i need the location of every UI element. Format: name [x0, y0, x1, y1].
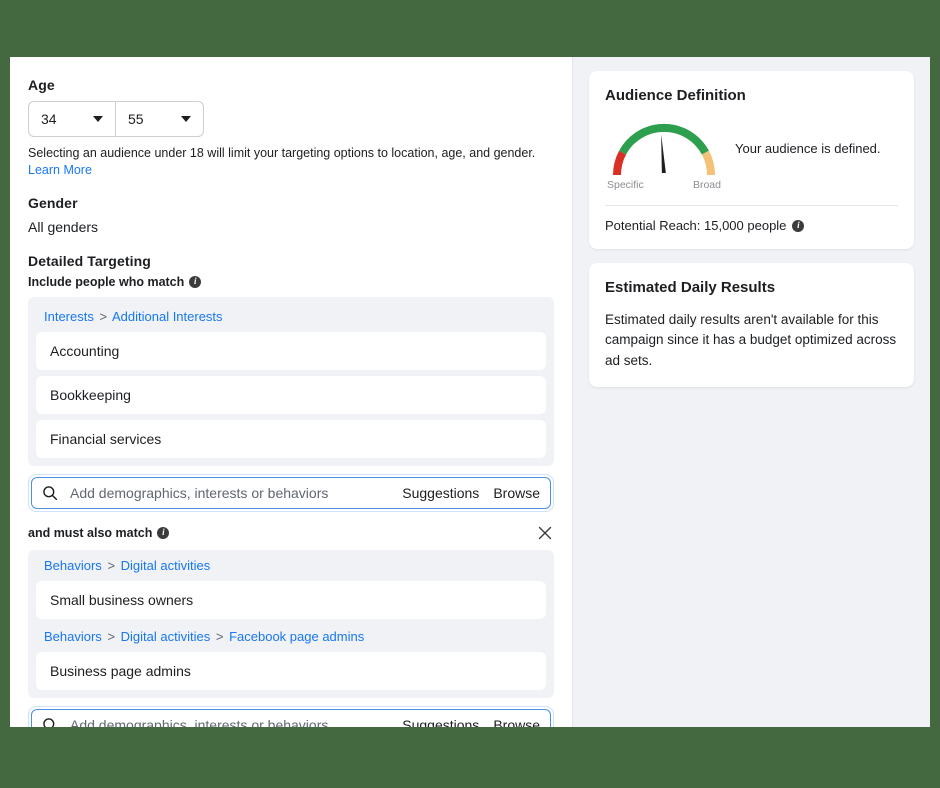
narrow-audience-header: and must also match i	[28, 524, 554, 542]
age-section-title: Age	[28, 77, 55, 93]
learn-more-link[interactable]: Learn More	[28, 163, 92, 177]
suggestions-button[interactable]: Suggestions	[402, 485, 479, 501]
age-min-value: 34	[41, 111, 57, 127]
list-item[interactable]: Bookkeeping	[36, 375, 546, 414]
breadcrumb-segment[interactable]: Interests	[44, 309, 94, 324]
info-icon[interactable]: i	[189, 275, 202, 288]
list-item[interactable]: Financial services	[36, 419, 546, 458]
narrow-label: and must also match	[28, 525, 153, 540]
breadcrumb: Interests > Additional Interests	[36, 305, 546, 332]
breadcrumb-segment[interactable]: Digital activities	[121, 558, 211, 573]
estimated-daily-results-body: Estimated daily results aren't available…	[605, 312, 897, 368]
estimated-daily-results-card: Estimated Daily Results Estimated daily …	[589, 263, 914, 387]
search-input[interactable]	[68, 483, 389, 502]
breadcrumb-separator: >	[99, 308, 108, 324]
audience-definition-card: Audience Definition Specific Broad Your …	[589, 71, 914, 249]
potential-reach-row: Potential Reach: 15,000 people i	[605, 218, 898, 233]
search-input[interactable]	[68, 715, 389, 727]
browse-button[interactable]: Browse	[493, 717, 540, 727]
age-helper-text: Selecting an audience under 18 will limi…	[28, 145, 554, 179]
gender-value: All genders	[28, 218, 99, 235]
audience-editor-window: Age 34 55 Selecting an audience under 18…	[10, 57, 930, 727]
gauge-label-specific: Specific	[607, 179, 644, 191]
audience-definition-title: Audience Definition	[605, 87, 746, 104]
gauge-axis-labels: Specific Broad	[605, 179, 723, 191]
targeting-search-two-wrapper: Suggestions Browse	[28, 705, 554, 727]
suggestions-button[interactable]: Suggestions	[402, 717, 479, 727]
breadcrumb-segment[interactable]: Digital activities	[121, 629, 211, 644]
search-icon	[42, 485, 58, 501]
breadcrumb-segment[interactable]: Additional Interests	[112, 309, 223, 324]
age-helper-message: Selecting an audience under 18 will limi…	[28, 146, 536, 160]
card-divider	[605, 205, 898, 206]
list-item[interactable]: Accounting	[36, 331, 546, 370]
audience-gauge-row: Specific Broad Your audience is defined.	[605, 118, 898, 191]
narrow-label-row: and must also match i	[28, 525, 170, 540]
potential-reach-text: Potential Reach: 15,000 people	[605, 218, 787, 233]
summary-panel: Audience Definition Specific Broad Your …	[572, 57, 930, 727]
list-item[interactable]: Small business owners	[36, 580, 546, 619]
breadcrumb: Behaviors > Digital activities > Faceboo…	[36, 625, 546, 652]
targeting-panel: Age 34 55 Selecting an audience under 18…	[10, 57, 572, 727]
info-icon[interactable]: i	[792, 219, 805, 232]
targeting-search-one[interactable]: Suggestions Browse	[31, 476, 551, 509]
chevron-down-icon	[93, 116, 103, 122]
breadcrumb-separator: >	[215, 628, 224, 644]
age-max-value: 55	[128, 111, 144, 127]
age-range-control: 34 55	[28, 101, 554, 137]
chevron-down-icon	[181, 116, 191, 122]
browse-button[interactable]: Browse	[493, 485, 540, 501]
gender-section-title: Gender	[28, 194, 78, 211]
gauge-label-broad: Broad	[692, 179, 721, 191]
include-targeting-group: Interests > Additional Interests Account…	[28, 296, 554, 466]
estimated-daily-results-title: Estimated Daily Results	[605, 279, 776, 296]
breadcrumb-segment[interactable]: Behaviors	[44, 558, 102, 573]
breadcrumb-segment[interactable]: Behaviors	[44, 629, 102, 644]
targeting-search-one-wrapper: Suggestions Browse	[28, 473, 554, 512]
audience-status-text: Your audience is defined.	[735, 141, 881, 156]
search-icon	[42, 717, 58, 727]
breadcrumb: Behaviors > Digital activities	[36, 558, 546, 581]
info-icon[interactable]: i	[157, 526, 170, 539]
audience-gauge: Specific Broad	[605, 118, 723, 191]
age-min-select[interactable]: 34	[28, 101, 116, 137]
detailed-targeting-title: Detailed Targeting	[28, 252, 151, 269]
list-item[interactable]: Business page admins	[36, 651, 546, 690]
age-max-select[interactable]: 55	[116, 101, 204, 137]
include-people-label: Include people who match	[28, 274, 185, 289]
narrow-targeting-group: Behaviors > Digital activities Small bus…	[28, 549, 554, 698]
include-people-label-row: Include people who match i	[28, 275, 554, 289]
targeting-search-two[interactable]: Suggestions Browse	[31, 708, 551, 727]
breadcrumb-separator: >	[107, 557, 116, 573]
breadcrumb-separator: >	[107, 628, 116, 644]
close-icon[interactable]	[536, 524, 554, 542]
breadcrumb-segment[interactable]: Facebook page admins	[229, 629, 364, 644]
